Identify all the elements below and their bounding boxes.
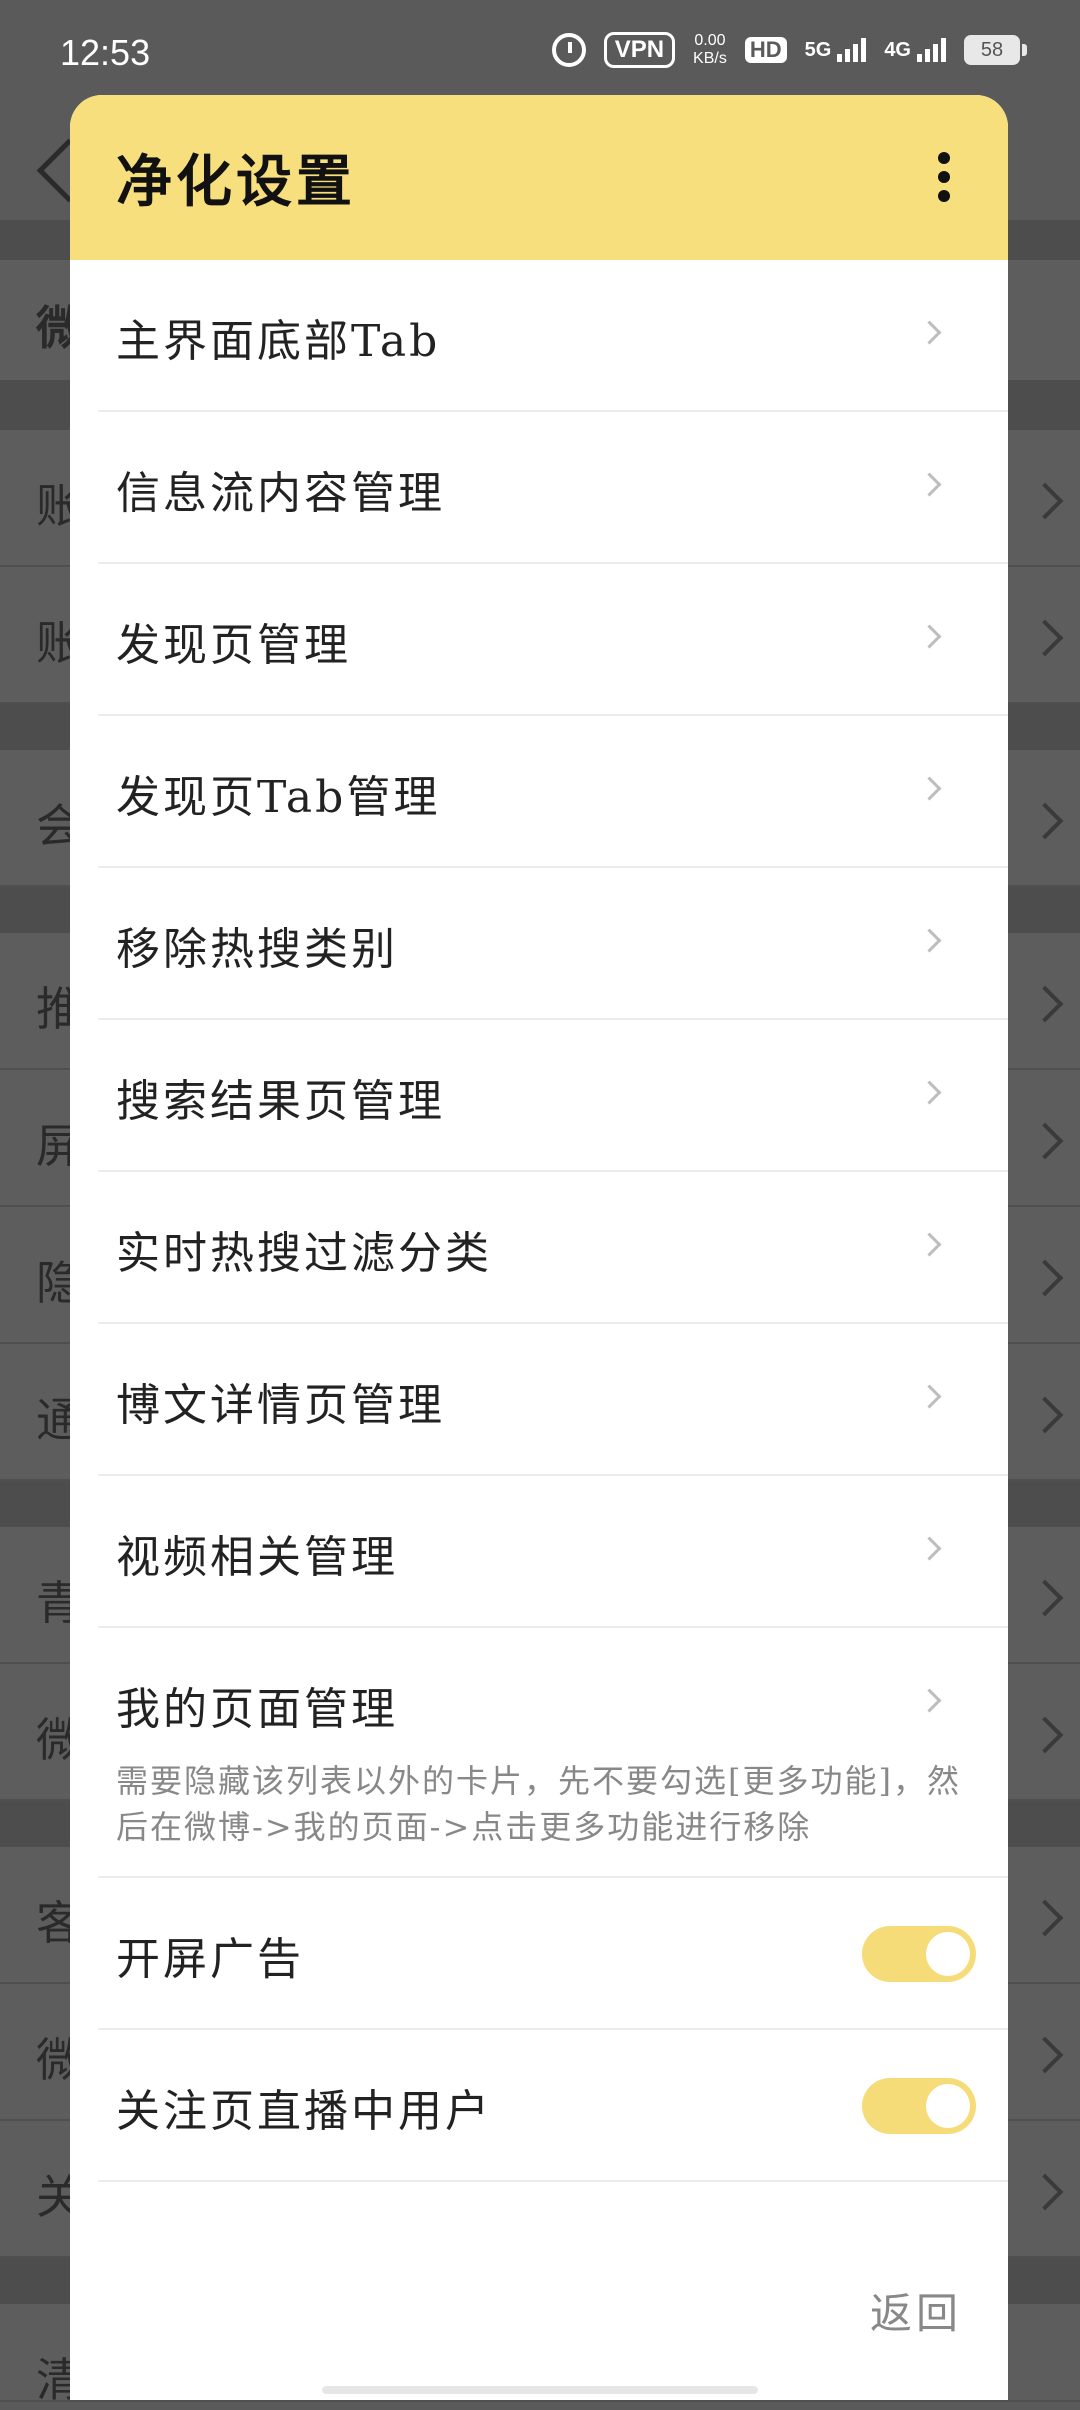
chevron-right-icon xyxy=(1026,802,1064,840)
settings-item-discover-page[interactable]: 发现页管理 xyxy=(98,564,1008,716)
status-icons: VPN 0.00 KB/s HD 5G 4G 58 xyxy=(551,32,1027,68)
vpn-badge: VPN xyxy=(603,32,676,68)
signal-bars-icon xyxy=(917,38,946,62)
toggle-item-label: 开屏广告 xyxy=(116,1934,304,1985)
settings-item-label: 我的页面管理 xyxy=(116,1684,398,1735)
settings-item-discover-tab[interactable]: 发现页Tab管理 xyxy=(98,716,1008,868)
chevron-right-icon xyxy=(917,1232,942,1257)
network-speed-value: 0.00 xyxy=(694,32,726,49)
settings-item-video[interactable]: 视频相关管理 xyxy=(98,1476,1008,1628)
settings-item-search-results[interactable]: 搜索结果页管理 xyxy=(98,1020,1008,1172)
settings-item-label: 视频相关管理 xyxy=(116,1532,398,1583)
chevron-right-icon xyxy=(1026,1716,1064,1754)
chevron-right-icon xyxy=(1026,1899,1064,1937)
chevron-right-icon xyxy=(917,320,942,345)
settings-list: 主界面底部Tab 信息流内容管理 发现页管理 发现页Tab管理 移除热搜类别 搜… xyxy=(70,260,1008,2182)
return-button[interactable]: 返回 xyxy=(870,2280,962,2341)
settings-item-label: 移除热搜类别 xyxy=(116,924,398,975)
status-time: 12:53 xyxy=(60,32,151,73)
signal-4g: 4G xyxy=(884,38,946,62)
hd-icon: HD xyxy=(744,37,787,63)
chevron-right-icon xyxy=(1026,2173,1064,2211)
toggle-item-live-users[interactable]: 关注页直播中用户 xyxy=(98,2030,1008,2182)
chevron-right-icon xyxy=(1026,619,1064,657)
settings-item-my-page[interactable]: 我的页面管理 需要隐藏该列表以外的卡片，先不要勾选[更多功能]，然后在微博->我… xyxy=(98,1628,1008,1878)
network-speed-unit: KB/s xyxy=(693,50,727,67)
chevron-right-icon xyxy=(917,1536,942,1561)
status-bar: 12:53 VPN 0.00 KB/s HD 5G 4G 58 xyxy=(0,0,1080,100)
dialog-header: 净化设置 xyxy=(70,95,1008,260)
dialog-title: 净化设置 xyxy=(116,149,356,215)
chevron-right-icon xyxy=(917,928,942,953)
signal-bars-icon xyxy=(837,38,867,62)
chevron-right-icon xyxy=(1026,1579,1064,1617)
signal-5g: 5G xyxy=(805,38,867,62)
live-users-toggle[interactable] xyxy=(862,2078,976,2134)
chevron-right-icon xyxy=(1026,2036,1064,2074)
chevron-right-icon xyxy=(917,1080,942,1105)
battery-icon: 58 xyxy=(964,35,1027,65)
settings-item-label: 发现页管理 xyxy=(116,620,351,671)
chevron-right-icon xyxy=(917,624,942,649)
chevron-right-icon xyxy=(1026,1259,1064,1297)
home-indicator[interactable] xyxy=(322,2386,758,2394)
splash-ad-toggle[interactable] xyxy=(862,1926,976,1982)
chevron-right-icon xyxy=(917,472,942,497)
chevron-right-icon xyxy=(1026,482,1064,520)
settings-item-label: 主界面底部Tab xyxy=(116,316,441,367)
toggle-knob xyxy=(926,1932,970,1976)
toggle-item-splash-ad[interactable]: 开屏广告 xyxy=(98,1878,1008,2030)
settings-item-feed-content[interactable]: 信息流内容管理 xyxy=(98,412,1008,564)
settings-item-label: 实时热搜过滤分类 xyxy=(116,1228,492,1279)
chevron-right-icon xyxy=(1026,1122,1064,1160)
chevron-right-icon xyxy=(1026,1396,1064,1434)
toggle-knob xyxy=(926,2084,970,2128)
settings-item-realtime-hot-filter[interactable]: 实时热搜过滤分类 xyxy=(98,1172,1008,1324)
settings-item-label: 发现页Tab管理 xyxy=(116,772,441,823)
settings-item-post-detail[interactable]: 博文详情页管理 xyxy=(98,1324,1008,1476)
signal-4g-label: 4G xyxy=(884,39,911,61)
settings-item-description: 需要隐藏该列表以外的卡片，先不要勾选[更多功能]，然后在微博->我的页面->点击… xyxy=(116,1762,961,1846)
more-vertical-icon[interactable] xyxy=(934,152,954,202)
chevron-right-icon xyxy=(917,776,942,801)
purify-settings-dialog: 净化设置 主界面底部Tab 信息流内容管理 发现页管理 发现页Tab管理 移除热… xyxy=(70,95,1008,2400)
settings-item-label: 博文详情页管理 xyxy=(116,1380,445,1431)
settings-item-main-tab[interactable]: 主界面底部Tab xyxy=(98,260,1008,412)
network-speed: 0.00 KB/s xyxy=(693,32,727,68)
settings-item-label: 搜索结果页管理 xyxy=(116,1076,445,1127)
settings-item-hot-search-category[interactable]: 移除热搜类别 xyxy=(98,868,1008,1020)
alarm-icon xyxy=(551,33,586,67)
settings-item-label: 信息流内容管理 xyxy=(116,468,445,519)
chevron-right-icon xyxy=(917,1688,942,1713)
chevron-right-icon xyxy=(1026,985,1064,1023)
chevron-right-icon xyxy=(917,1384,942,1409)
toggle-item-label: 关注页直播中用户 xyxy=(116,2086,492,2137)
signal-5g-label: 5G xyxy=(804,39,832,61)
